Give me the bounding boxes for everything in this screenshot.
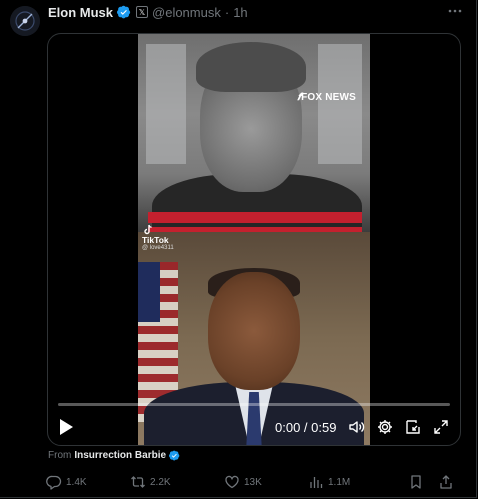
post-time[interactable]: 1h (233, 5, 247, 20)
tweet-header: Elon Musk 𝕏 @elonmusk · 1h (48, 4, 248, 20)
background-window (146, 44, 186, 164)
video-source: From Insurrection Barbie (48, 450, 180, 461)
play-icon[interactable] (58, 418, 74, 436)
background-window (318, 44, 362, 164)
author-name[interactable]: Elon Musk (48, 5, 113, 20)
affiliation-badge[interactable]: 𝕏 (136, 6, 149, 18)
fullscreen-icon[interactable] (432, 418, 450, 436)
progress-bar[interactable] (58, 403, 450, 406)
separator-dot: · (224, 4, 230, 20)
reply-button[interactable]: 1.4K (46, 474, 87, 490)
like-icon (225, 475, 239, 489)
repost-icon (131, 476, 145, 488)
timecode: 0:00 / 0:59 (275, 420, 337, 435)
source-prefix: From (48, 450, 72, 461)
video-frame[interactable]: 𝒇FOX NEWS TikTok @ love4311 (138, 34, 370, 445)
video-top-clip: 𝒇FOX NEWS (138, 34, 370, 254)
repost-count: 2.2K (150, 476, 171, 488)
verified-icon (169, 450, 180, 461)
share-icon (440, 475, 452, 489)
action-bar: 1.4K 2.2K 13K 1.1M (46, 474, 466, 492)
share-button[interactable] (438, 474, 454, 490)
caption-banner (148, 212, 362, 223)
repost-button[interactable]: 2.2K (130, 474, 171, 490)
tweet-container: Elon Musk 𝕏 @elonmusk · 1h 𝒇FOX NEWS Tik… (0, 0, 477, 498)
reply-icon (46, 475, 62, 490)
player-controls: 0:00 / 0:59 (48, 412, 460, 444)
author-handle[interactable]: @elonmusk (152, 5, 221, 20)
person-hair (196, 42, 306, 92)
video-player[interactable]: 𝒇FOX NEWS TikTok @ love4311 0:00 / 0:59 (47, 33, 461, 446)
reply-count: 1.4K (66, 476, 87, 488)
pip-icon[interactable] (404, 418, 422, 436)
verified-icon (117, 5, 131, 19)
views-button[interactable]: 1.1M (308, 474, 350, 490)
source-name[interactable]: Insurrection Barbie (74, 450, 166, 461)
tiktok-label: TikTok (142, 235, 169, 245)
view-count: 1.1M (328, 476, 351, 488)
network-watermark: 𝒇FOX NEWS (297, 92, 356, 103)
like-button[interactable]: 13K (224, 474, 262, 490)
views-icon (310, 477, 323, 488)
more-icon[interactable] (446, 2, 464, 20)
flag-canton (138, 262, 160, 322)
like-count: 13K (244, 476, 262, 488)
bookmark-button[interactable] (408, 474, 424, 490)
tiktok-user: @ love4311 (142, 245, 174, 252)
settings-icon[interactable] (376, 418, 394, 436)
volume-icon[interactable] (348, 418, 366, 436)
bookmark-icon (411, 475, 421, 489)
author-avatar[interactable] (10, 6, 40, 36)
app-watermark: TikTok @ love4311 (142, 224, 174, 252)
person-face (208, 272, 300, 390)
